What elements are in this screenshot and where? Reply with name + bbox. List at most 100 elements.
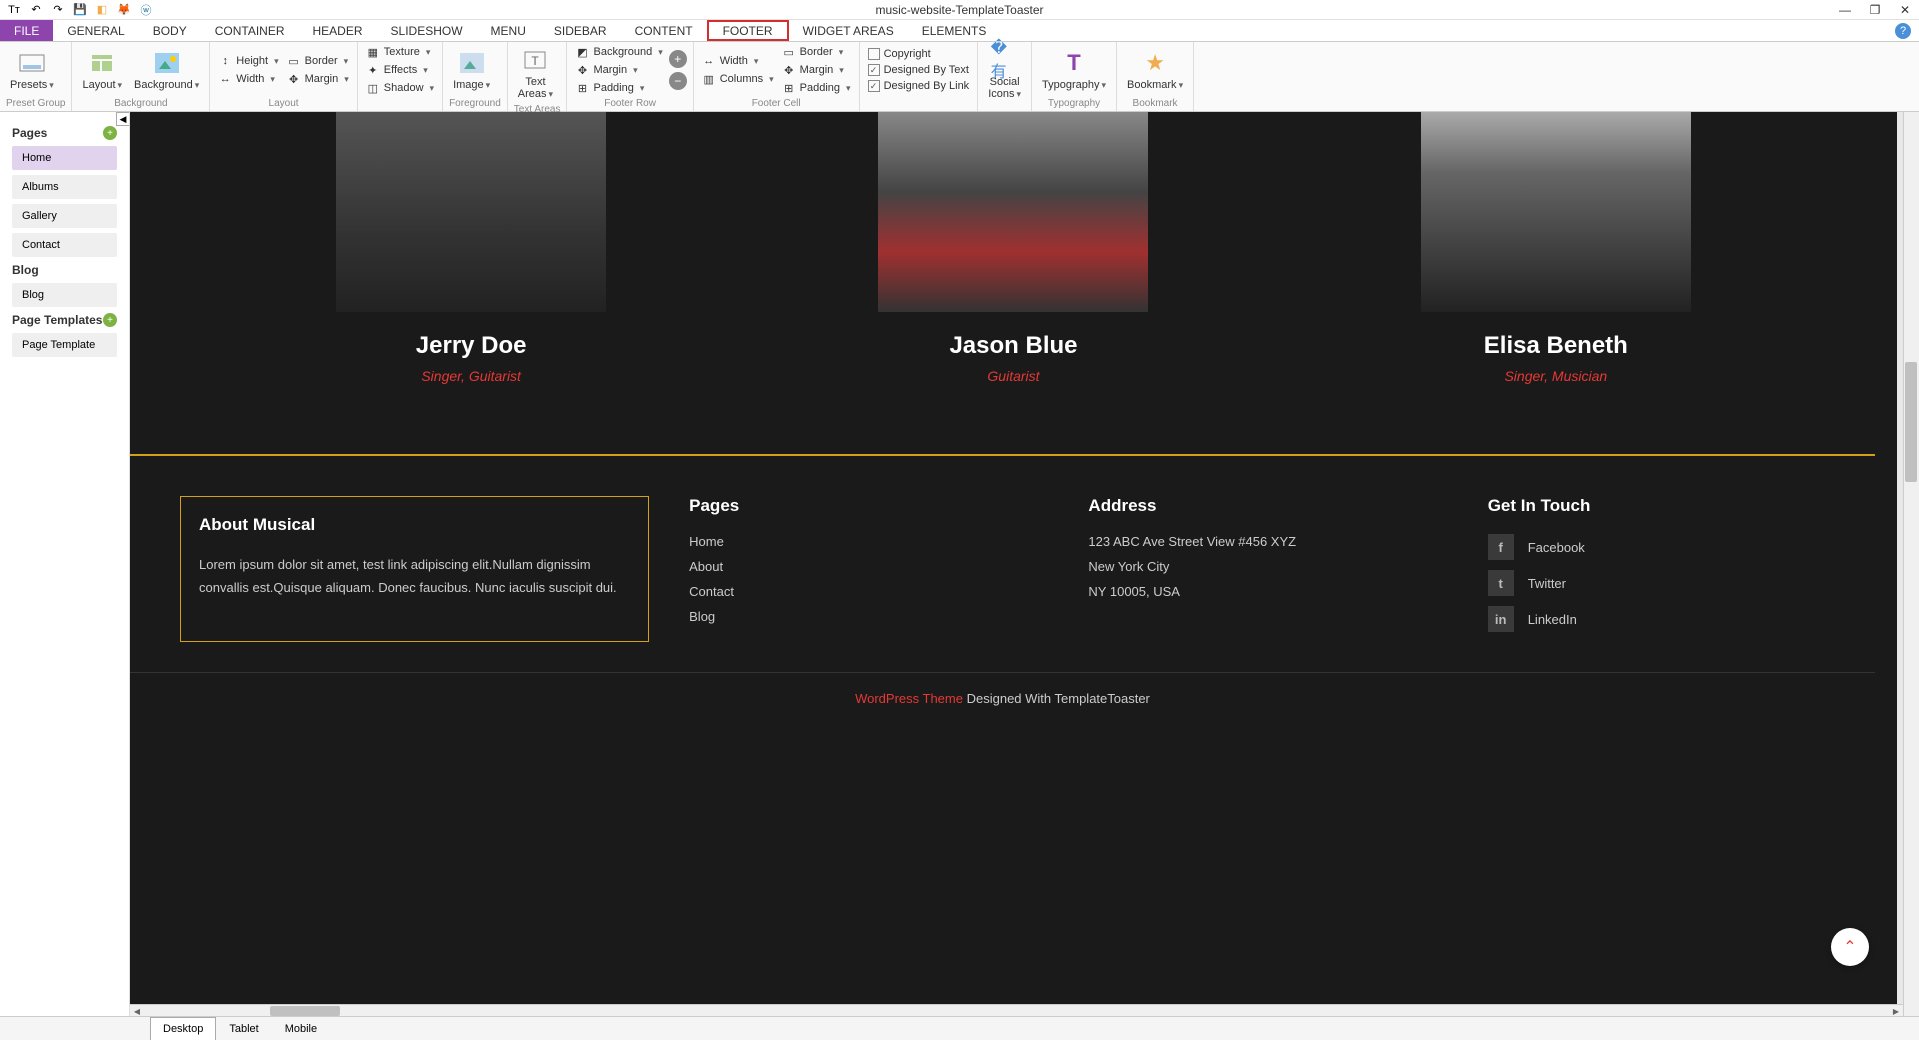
member-name: Elisa Beneth: [1421, 332, 1691, 360]
footer-bottom: WordPress Theme Designed With TemplateTo…: [130, 672, 1875, 724]
wordpress-icon[interactable]: ⓦ: [138, 2, 154, 18]
image-icon: [458, 49, 486, 77]
linkedin-icon: in: [1488, 606, 1514, 632]
border-button[interactable]: ▭Border: [285, 53, 351, 69]
cell-margin-button[interactable]: ✥Margin: [780, 62, 853, 78]
remove-row-button[interactable]: −: [669, 72, 687, 90]
page-preview[interactable]: Jerry Doe Singer, Guitarist Jason Blue G…: [130, 112, 1897, 1016]
checkbox-icon: ✓: [868, 80, 880, 92]
row-margin-button[interactable]: ✥Margin: [573, 62, 664, 78]
padding-icon: ⊞: [575, 81, 589, 95]
device-tab-desktop[interactable]: Desktop: [150, 1017, 216, 1040]
typography-button[interactable]: T Typography: [1038, 47, 1110, 93]
member-photo: [1421, 112, 1691, 312]
margin-button[interactable]: ✥Margin: [285, 71, 351, 87]
image-button[interactable]: Image: [449, 47, 494, 93]
group-bookmark: ★ Bookmark Bookmark: [1117, 42, 1194, 111]
wp-theme-link[interactable]: WordPress Theme: [855, 691, 963, 706]
social-link[interactable]: in LinkedIn: [1488, 606, 1847, 632]
cell-padding-button[interactable]: ⊞Padding: [780, 80, 853, 96]
redo-icon[interactable]: ↷: [50, 2, 66, 18]
tab-body[interactable]: BODY: [139, 20, 201, 41]
margin-icon: ✥: [575, 63, 589, 77]
tab-header[interactable]: HEADER: [299, 20, 377, 41]
file-tab[interactable]: FILE: [0, 20, 53, 41]
tab-footer[interactable]: FOOTER: [707, 20, 789, 41]
layout-button[interactable]: Layout: [78, 47, 126, 93]
footer-social: Get In Touch f Facebook t Twitter in Lin…: [1488, 496, 1847, 642]
scroll-to-top-button[interactable]: ⌃: [1831, 928, 1869, 966]
vertical-scrollbar[interactable]: [1903, 112, 1919, 1016]
effects-button[interactable]: ✦Effects: [364, 62, 436, 78]
bookmark-button[interactable]: ★ Bookmark: [1123, 47, 1187, 93]
page-item-albums[interactable]: Albums: [12, 175, 117, 199]
tab-content[interactable]: CONTENT: [621, 20, 707, 41]
paint-icon: ◩: [575, 45, 589, 59]
group-foreground: Image Foreground: [443, 42, 508, 111]
add-row-button[interactable]: +: [669, 50, 687, 68]
tab-widget-areas[interactable]: WIDGET AREAS: [789, 20, 908, 41]
cell-columns-button[interactable]: ▥Columns: [700, 71, 776, 87]
tab-general[interactable]: GENERAL: [53, 20, 138, 41]
page-item-home[interactable]: Home: [12, 146, 117, 170]
undo-icon[interactable]: ↶: [28, 2, 44, 18]
row-padding-button[interactable]: ⊞Padding: [573, 80, 664, 96]
padding-icon: ⊞: [782, 81, 796, 95]
footer-link[interactable]: About: [689, 559, 1048, 574]
group-effects: ▦Texture ✦Effects ◫Shadow: [358, 42, 443, 111]
footer-link[interactable]: Home: [689, 534, 1048, 549]
group-checks: Copyright ✓Designed By Text ✓Designed By…: [860, 42, 979, 111]
device-tab-mobile[interactable]: Mobile: [272, 1017, 330, 1040]
scroll-left-icon[interactable]: ◀: [130, 1006, 144, 1016]
page-item-contact[interactable]: Contact: [12, 233, 117, 257]
scrollbar-thumb[interactable]: [270, 1006, 340, 1016]
copyright-checkbox[interactable]: Copyright: [866, 47, 972, 61]
texture-button[interactable]: ▦Texture: [364, 44, 436, 60]
tab-menu[interactable]: MENU: [477, 20, 540, 41]
template-item[interactable]: Page Template: [12, 333, 117, 357]
save-icon[interactable]: 💾: [72, 2, 88, 18]
collapse-sidebar-button[interactable]: ◀: [116, 112, 130, 126]
tab-container[interactable]: CONTAINER: [201, 20, 299, 41]
firefox-icon[interactable]: 🦊: [116, 2, 132, 18]
row-background-button[interactable]: ◩Background: [573, 44, 664, 60]
designed-text-checkbox[interactable]: ✓Designed By Text: [866, 63, 972, 77]
social-icons-button[interactable]: �有 Social Icons: [984, 44, 1025, 102]
cell-width-button[interactable]: ↔Width: [700, 53, 776, 69]
group-social: �有 Social Icons: [978, 42, 1032, 111]
footer-link[interactable]: Contact: [689, 584, 1048, 599]
designed-link-checkbox[interactable]: ✓Designed By Link: [866, 79, 972, 93]
background-button[interactable]: Background: [130, 47, 203, 93]
add-page-button[interactable]: +: [103, 126, 117, 140]
scrollbar-thumb[interactable]: [1905, 362, 1917, 482]
footer-about-selected[interactable]: About Musical Lorem ipsum dolor sit amet…: [180, 496, 649, 642]
tab-elements[interactable]: ELEMENTS: [908, 20, 1001, 41]
shadow-button[interactable]: ◫Shadow: [364, 80, 436, 96]
text-tool-icon[interactable]: Tᴛ: [6, 2, 22, 18]
close-button[interactable]: ✕: [1891, 0, 1919, 20]
presets-button[interactable]: Presets: [6, 47, 58, 93]
height-button[interactable]: ↕Height: [216, 53, 280, 69]
tab-slideshow[interactable]: SLIDESHOW: [377, 20, 477, 41]
add-template-button[interactable]: +: [103, 313, 117, 327]
horizontal-scrollbar[interactable]: ◀ ▶: [130, 1004, 1903, 1016]
blog-item[interactable]: Blog: [12, 283, 117, 307]
social-link[interactable]: t Twitter: [1488, 570, 1847, 596]
footer-link[interactable]: Blog: [689, 609, 1048, 624]
member-photo: [336, 112, 606, 312]
help-icon[interactable]: ?: [1895, 23, 1911, 39]
cell-border-button[interactable]: ▭Border: [780, 44, 853, 60]
footer-section[interactable]: About Musical Lorem ipsum dolor sit amet…: [130, 456, 1897, 672]
joomla-icon[interactable]: ◧: [94, 2, 110, 18]
page-item-gallery[interactable]: Gallery: [12, 204, 117, 228]
group-preset: Presets Preset Group: [0, 42, 72, 111]
width-button[interactable]: ↔Width: [216, 71, 280, 87]
device-tab-tablet[interactable]: Tablet: [216, 1017, 271, 1040]
minimize-button[interactable]: —: [1831, 0, 1859, 20]
social-link[interactable]: f Facebook: [1488, 534, 1847, 560]
text-areas-button[interactable]: T Text Areas: [514, 44, 557, 102]
scroll-right-icon[interactable]: ▶: [1889, 1006, 1903, 1016]
twitter-icon: t: [1488, 570, 1514, 596]
tab-sidebar[interactable]: SIDEBAR: [540, 20, 621, 41]
maximize-button[interactable]: ❐: [1861, 0, 1889, 20]
